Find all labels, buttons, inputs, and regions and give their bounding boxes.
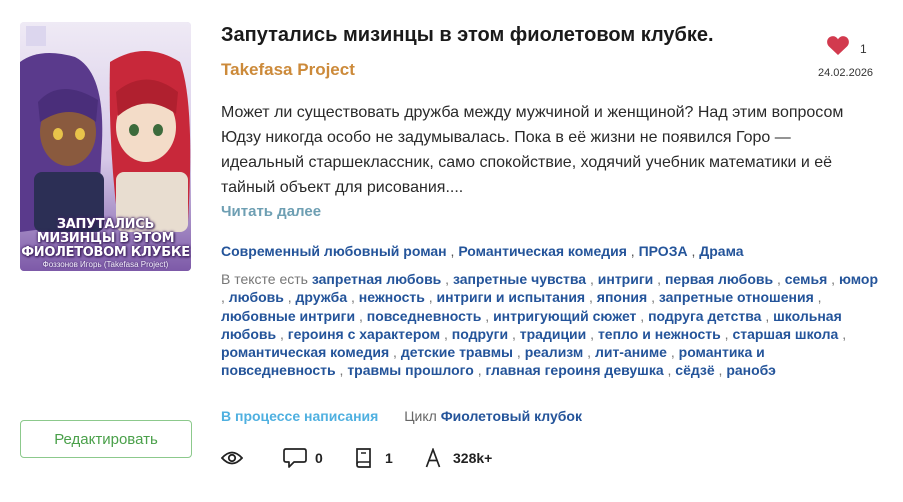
tag-link[interactable]: юмор [839,271,878,287]
stats-bar: 0 1 328k+ [221,444,521,472]
tag-link[interactable]: дружба [296,289,348,305]
tag-link[interactable]: ранобэ [726,362,776,378]
genre-link[interactable]: ПРОЗА [639,243,688,259]
tag-link[interactable]: главная героиня девушка [486,362,664,378]
book-icon [356,448,371,468]
book-author[interactable]: Takefasa Project [221,60,355,80]
chapters-stat: 1 [355,444,393,472]
cover-title: ЗАПУТАЛИСЬ МИЗИНЦЫ В ЭТОМ ФИОЛЕТОВОМ КЛУ… [20,218,191,260]
size-count: 328k+ [453,450,493,466]
chapters-count: 1 [385,450,393,466]
tag-link[interactable]: романтическая комедия [221,344,389,360]
tag-link[interactable]: подруги [452,326,508,342]
writing-status[interactable]: В процессе написания [221,408,378,424]
status-line: В процессе написания Цикл Фиолетовый клу… [221,408,582,424]
tags-label: В тексте есть [221,271,308,287]
tag-link[interactable]: сёдзё [675,362,714,378]
publish-date: 24.02.2026 [818,67,874,79]
tag-link[interactable]: запретная любовь [312,271,441,287]
edit-button[interactable]: Редактировать [20,420,192,458]
tag-link[interactable]: повседневность [367,308,482,324]
genres-list: Современный любовный роман , Романтическ… [221,243,871,259]
tag-link[interactable]: подруга детства [648,308,761,324]
tag-link[interactable]: традиции [520,326,587,342]
size-stat: 328k+ [425,444,492,472]
tags-list: В тексте есть запретная любовь , запретн… [221,271,879,379]
tag-link[interactable]: тепло и нежность [598,326,721,342]
tag-link[interactable]: старшая школа [732,326,838,342]
tag-link[interactable]: интриги и испытания [437,289,586,305]
tag-link[interactable]: травмы прошлого [347,362,474,378]
tag-link[interactable]: реализм [525,344,584,360]
eye-icon [221,451,243,465]
tag-link[interactable]: семья [785,271,828,287]
letter-a-icon [425,448,441,468]
genre-link[interactable]: Современный любовный роман [221,243,447,259]
like-block: 1 [826,34,876,58]
comments-stat: 0 [283,444,323,472]
cycle-link[interactable]: Фиолетовый клубок [441,408,582,424]
tag-link[interactable]: любовь [229,289,284,305]
cover-title-line: ЗАПУТАЛИСЬ [56,217,155,232]
cover-title-line: ФИОЛЕТОВОМ КЛУБКЕ [21,245,190,260]
separator: , [687,243,700,259]
tag-link[interactable]: любовные интриги [221,308,355,324]
cover-author: Фоззонов Игорь (Takefasa Project) [42,260,169,269]
genre-link[interactable]: Романтическая комедия [458,243,627,259]
comments-count: 0 [315,450,323,466]
tag-link[interactable]: запретные чувства [453,271,586,287]
like-count: 1 [860,42,867,56]
tag-link[interactable]: лит-аниме [595,344,667,360]
book-description: Может ли существовать дружба между мужчи… [221,104,844,196]
tag-link[interactable]: интригующий сюжет [493,308,636,324]
heart-icon[interactable] [826,34,850,56]
genre-link[interactable]: Драма [699,243,743,259]
tag-link[interactable]: героиня с характером [288,326,440,342]
comment-icon [283,448,307,468]
tag-link[interactable]: япония [597,289,647,305]
separator: , [446,243,459,259]
book-title[interactable]: Запутались мизинцы в этом фиолетовом клу… [221,24,714,47]
read-more-link[interactable]: Читать далее [221,203,321,220]
tag-link[interactable]: первая любовь [665,271,773,287]
tag-link[interactable]: детские травмы [401,344,513,360]
cycle-label: Цикл [404,408,437,424]
separator: , [626,243,639,259]
tag-link[interactable]: нежность [359,289,425,305]
tag-link[interactable]: интриги [598,271,654,287]
book-cover[interactable]: ЗАПУТАЛИСЬ МИЗИНЦЫ В ЭТОМ ФИОЛЕТОВОМ КЛУ… [20,22,191,271]
cover-title-line: МИЗИНЦЫ В ЭТОМ [36,231,175,246]
tag-link[interactable]: запретные отношения [659,289,814,305]
views-stat [221,444,243,472]
